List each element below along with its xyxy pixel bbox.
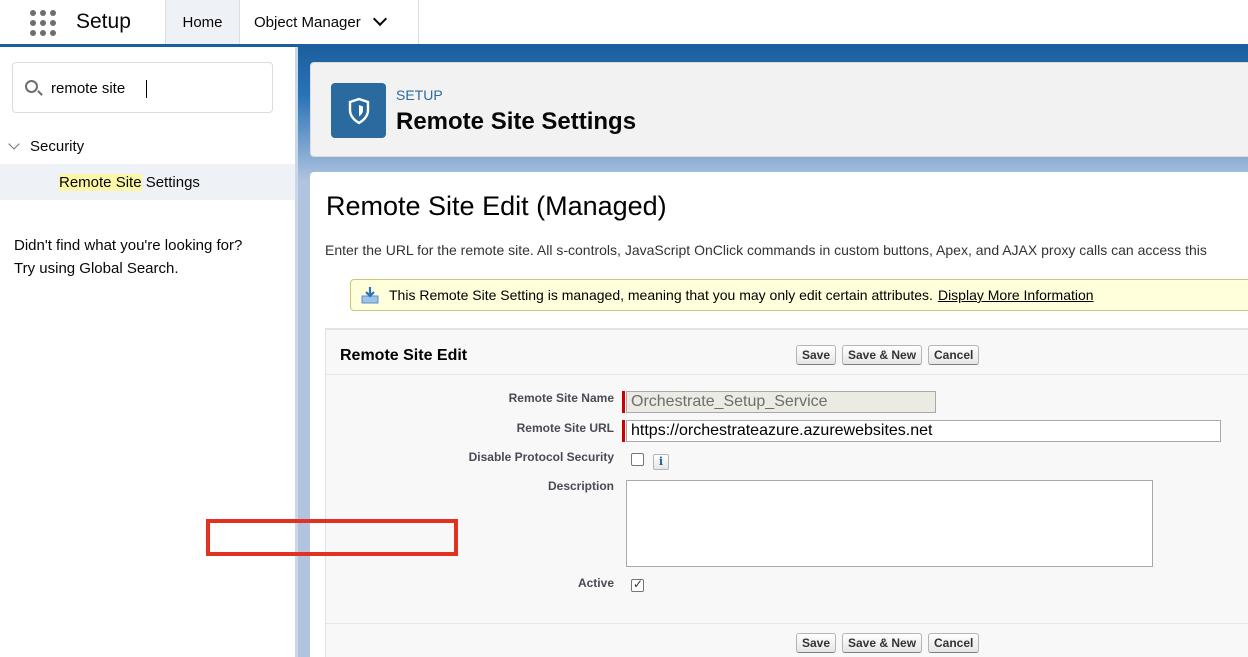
global-search-hint: Didn't find what you're looking for? Try… <box>14 234 284 280</box>
active-label: Active <box>577 576 614 590</box>
required-indicator <box>622 420 625 442</box>
info-icon[interactable]: i <box>653 454 669 470</box>
remote-site-name-label: Remote Site Name <box>508 391 614 405</box>
edit-page-block: Remote Site Edit Save Save & New Cancel … <box>325 328 1248 657</box>
global-header: Setup Home Object Manager <box>0 0 1248 45</box>
required-indicator <box>622 391 625 413</box>
content-description: Enter the URL for the remote site. All s… <box>325 242 1207 258</box>
shield-icon <box>331 83 386 138</box>
save-button[interactable]: Save <box>796 345 837 365</box>
quick-find-input[interactable] <box>51 77 261 99</box>
search-icon <box>25 80 38 93</box>
hint-line-2: Try using Global Search. <box>14 260 179 277</box>
content-card: Remote Site Edit (Managed) Enter the URL… <box>310 172 1248 657</box>
tree-item-label-rest: Settings <box>141 173 200 191</box>
footer-save-button[interactable]: Save <box>796 633 837 653</box>
remote-site-url-label: Remote Site URL <box>516 421 614 435</box>
active-highlight-box <box>206 519 458 556</box>
tree-item-remote-site-settings[interactable]: Remote Site Settings <box>0 164 295 200</box>
tree-item-security-label: Security <box>30 137 85 155</box>
chevron-down-icon[interactable] <box>8 137 20 150</box>
main-area: SETUP Remote Site Settings Remote Site E… <box>298 47 1248 657</box>
active-checkbox[interactable] <box>631 577 644 592</box>
quick-find-box[interactable] <box>12 62 273 113</box>
tab-object-manager[interactable]: Object Manager <box>240 0 419 44</box>
hint-line-1: Didn't find what you're looking for? <box>14 237 243 254</box>
text-cursor <box>146 80 147 98</box>
content-title: Remote Site Edit (Managed) <box>326 191 667 221</box>
page-block-footer-divider <box>326 623 1248 624</box>
save-and-new-button[interactable]: Save & New <box>842 345 923 365</box>
search-match-highlight: Remote Site <box>59 173 142 191</box>
tree-item-security[interactable]: Security <box>0 134 295 158</box>
section-title: Remote Site Edit <box>340 347 468 364</box>
tab-object-manager-label: Object Manager <box>254 13 361 31</box>
footer-save-and-new-button[interactable]: Save & New <box>842 633 923 653</box>
chevron-down-icon[interactable] <box>372 11 387 27</box>
app-launcher-icon[interactable] <box>30 10 56 36</box>
managed-info-text: This Remote Site Setting is managed, mea… <box>389 287 933 303</box>
app-name: Setup <box>76 10 131 33</box>
remote-site-name-field: Orchestrate_Setup_Service <box>626 391 936 413</box>
tab-home-label: Home <box>182 13 223 31</box>
managed-info-message: This Remote Site Setting is managed, mea… <box>350 279 1248 311</box>
remote-site-url-input[interactable]: https://orchestrateazure.azurewebsites.n… <box>626 420 1221 442</box>
description-textarea[interactable] <box>626 480 1153 567</box>
disable-protocol-security-label: Disable Protocol Security <box>468 450 614 464</box>
description-label: Description <box>547 479 614 493</box>
setup-sidebar: Security Remote Site Settings Didn't fin… <box>0 47 295 657</box>
download-info-icon <box>360 285 380 305</box>
disable-protocol-security-checkbox[interactable] <box>631 453 644 466</box>
footer-cancel-button[interactable]: Cancel <box>928 633 980 653</box>
page-header: SETUP Remote Site Settings <box>310 62 1248 157</box>
page-block-header: Remote Site Edit Save Save & New Cancel <box>326 330 1248 375</box>
cancel-button[interactable]: Cancel <box>928 345 980 365</box>
display-more-info-link[interactable]: Display More Information <box>938 287 1094 303</box>
page-title: Remote Site Settings <box>396 108 637 135</box>
tab-home[interactable]: Home <box>165 0 240 44</box>
page-eyebrow: SETUP <box>396 87 443 103</box>
